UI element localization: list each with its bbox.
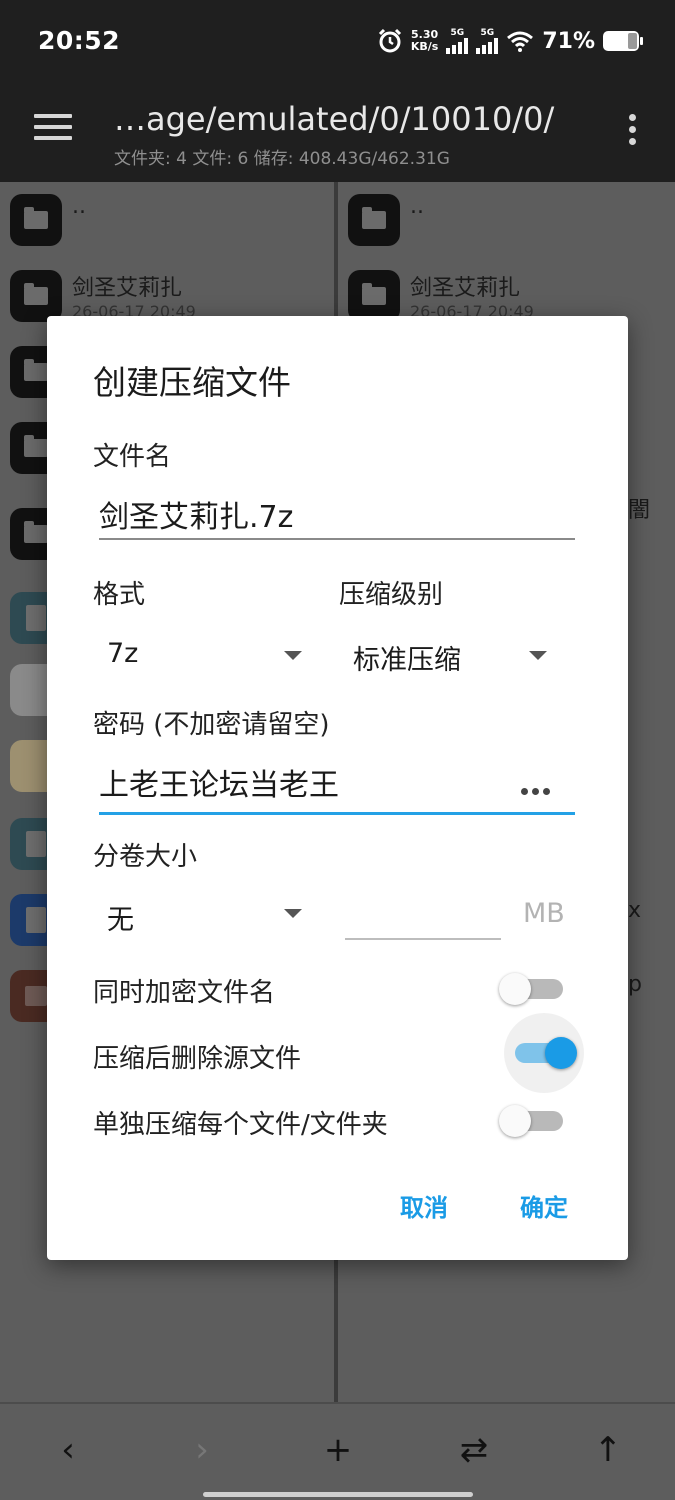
encrypt-filenames-label: 同时加密文件名 [93, 978, 276, 1008]
folder-icon [348, 270, 400, 322]
file-name-fragment: p [628, 972, 642, 997]
folder-icon [348, 194, 400, 246]
dialog-title: 创建压缩文件 [93, 363, 291, 402]
format-label: 格式 [93, 580, 146, 610]
folder-icon [10, 270, 62, 322]
battery-icon [603, 31, 643, 51]
battery-percent: 71% [542, 28, 595, 54]
volume-size-unit: MB [523, 898, 565, 929]
compression-level-label: 压缩级别 [339, 580, 444, 610]
forward-icon[interactable]: › [180, 1428, 224, 1472]
volume-size-input[interactable] [345, 906, 501, 940]
file-name-fragment: 闇 [628, 498, 651, 523]
up-directory-icon[interactable]: ↑ [586, 1428, 630, 1472]
more-options-icon[interactable] [629, 114, 637, 150]
password-label: 密码 (不加密请留空) [93, 710, 330, 740]
status-icons: 5.30 KB/s 5G 5G 71% [377, 24, 643, 58]
alarm-icon [378, 28, 401, 53]
folder-icon [10, 194, 62, 246]
swap-panes-icon[interactable]: ⇄ [452, 1428, 496, 1472]
storage-summary: 文件夹: 4 文件: 6 储存: 408.43G/462.31G [114, 149, 450, 169]
delete-source-label: 压缩后删除源文件 [93, 1044, 302, 1074]
password-input[interactable]: 上老王论坛当老王 [99, 760, 575, 815]
file-name: .. [72, 194, 86, 219]
back-icon[interactable]: ‹ [46, 1428, 90, 1472]
encrypt-filenames-toggle[interactable] [499, 973, 563, 1005]
add-icon[interactable]: + [316, 1428, 360, 1472]
file-name: 剑圣艾莉扎 [410, 276, 521, 301]
bottom-toolbar: ‹ › + ⇄ ↑ [0, 1402, 675, 1500]
chevron-down-icon [284, 651, 302, 660]
status-bar: 20:52 5.30 KB/s 5G 5G 71% [0, 0, 675, 82]
file-name-fragment: x [628, 898, 642, 923]
net-speed: 5.30 KB/s [410, 28, 439, 53]
status-time: 20:52 [38, 26, 121, 55]
create-archive-dialog: 创建压缩文件 文件名 剑圣艾莉扎.7z 格式 压缩级别 7z 标准压缩 密码 (… [47, 316, 628, 1260]
compress-individually-toggle[interactable] [499, 1105, 563, 1137]
show-password-icon[interactable] [521, 780, 555, 795]
home-indicator[interactable] [203, 1492, 473, 1497]
list-item-parent[interactable]: .. [338, 182, 675, 258]
app-toolbar: …age/emulated/0/10010/0/ 文件夹: 4 文件: 6 储存… [0, 82, 675, 182]
compression-level-selected: 标准压缩 [353, 645, 461, 676]
current-path: …age/emulated/0/10010/0/ [114, 100, 555, 138]
file-name: .. [410, 194, 424, 219]
menu-icon[interactable] [34, 114, 72, 144]
chevron-down-icon [529, 651, 547, 660]
signal-icon-sim2: 5G [476, 28, 499, 54]
compress-individually-label: 单独压缩每个文件/文件夹 [93, 1110, 388, 1140]
volume-size-label: 分卷大小 [93, 842, 198, 872]
volume-size-selected: 无 [107, 905, 134, 936]
cancel-button[interactable]: 取消 [400, 1188, 448, 1223]
delete-source-toggle[interactable] [504, 1013, 584, 1093]
file-name: 剑圣艾莉扎 [72, 276, 183, 301]
signal-icon-sim1: 5G [446, 28, 469, 54]
format-selected: 7z [107, 638, 139, 669]
ok-button[interactable]: 确定 [520, 1188, 568, 1223]
chevron-down-icon [284, 909, 302, 918]
filename-input[interactable]: 剑圣艾莉扎.7z [99, 492, 575, 540]
wifi-icon [507, 31, 534, 52]
filename-label: 文件名 [93, 442, 172, 472]
list-item-parent[interactable]: .. [0, 182, 334, 258]
